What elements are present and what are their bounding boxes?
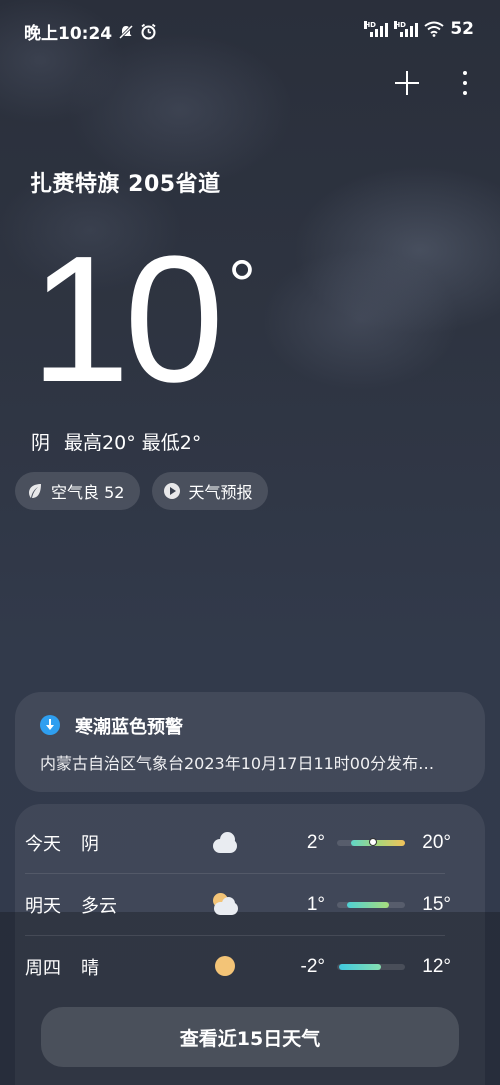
forecast-high: 20° (422, 832, 451, 853)
current-temperature: 10 (30, 219, 224, 420)
weather-alert-card[interactable]: 寒潮蓝色预警 内蒙古自治区气象台2023年10月17日11时00分发布… (15, 692, 485, 792)
status-right: HD HD 52 (364, 19, 474, 39)
air-quality-label: 空气良 52 (51, 483, 125, 502)
mute-icon (119, 24, 134, 39)
temperature-range-bar (337, 964, 405, 970)
view-15-day-forecast-button[interactable]: 查看近15日天气 (41, 1007, 459, 1067)
forecast-high: 12° (422, 956, 451, 977)
air-quality-button[interactable]: 空气良 52 (15, 472, 141, 510)
forecast-condition: 晴 (81, 958, 99, 979)
forecast-day: 周四 (25, 958, 61, 979)
forecast-video-label: 天气预报 (188, 483, 253, 502)
alarm-icon (141, 23, 156, 40)
forecast-row-today[interactable]: 今天 阴 2° 20° (25, 812, 451, 874)
location-title[interactable]: 扎赉特旗 205省道 (30, 166, 221, 198)
forecast-condition: 阴 (81, 834, 99, 855)
forecast-video-button[interactable]: 天气预报 (152, 472, 269, 510)
forecast-high: 15° (422, 894, 451, 915)
temperature-range-bar (337, 902, 405, 908)
signal-hd-icon: HD (364, 21, 389, 37)
arrow-down-icon (40, 715, 60, 735)
forecast-day: 明天 (25, 896, 61, 917)
forecast-low: 2° (306, 832, 325, 853)
info-pills: 空气良 52 天气预报 (15, 472, 269, 510)
temperature-unit: ° (228, 246, 256, 324)
current-condition: 阴 (31, 432, 51, 454)
forecast-condition: 多云 (81, 896, 117, 917)
battery-level: 52 (450, 19, 474, 39)
plus-icon[interactable] (392, 68, 422, 98)
wifi-icon (424, 21, 444, 37)
status-bar: 晚上10:24 HD HD 52 (0, 0, 500, 60)
temperature-range: 最高20° 最低2° (64, 432, 202, 454)
forecast-day: 今天 (25, 834, 61, 855)
temperature-range-bar (337, 838, 405, 846)
partly-cloudy-icon (211, 892, 241, 916)
current-condition-line: 阴 最高20° 最低2° (31, 428, 201, 455)
status-left: 晚上10:24 (24, 19, 157, 44)
sunny-icon (211, 954, 241, 978)
forecast-low: 1° (306, 894, 325, 915)
current-temperature-marker (369, 838, 377, 846)
cloudy-icon (211, 830, 241, 854)
alert-body: 内蒙古自治区气象台2023年10月17日11时00分发布… (40, 754, 435, 773)
forecast-row-tomorrow[interactable]: 明天 多云 1° 15° (25, 874, 451, 936)
status-time: 晚上10:24 (24, 24, 113, 44)
alert-title: 寒潮蓝色预警 (75, 717, 183, 738)
leaf-icon (29, 484, 41, 498)
forecast-low: -2° (300, 956, 326, 977)
top-actions (392, 68, 470, 98)
more-icon[interactable] (460, 68, 470, 98)
forecast-row-thursday[interactable]: 周四 晴 -2° 12° (25, 936, 451, 998)
play-icon (164, 483, 181, 499)
signal-hd-icon: HD (394, 21, 419, 37)
